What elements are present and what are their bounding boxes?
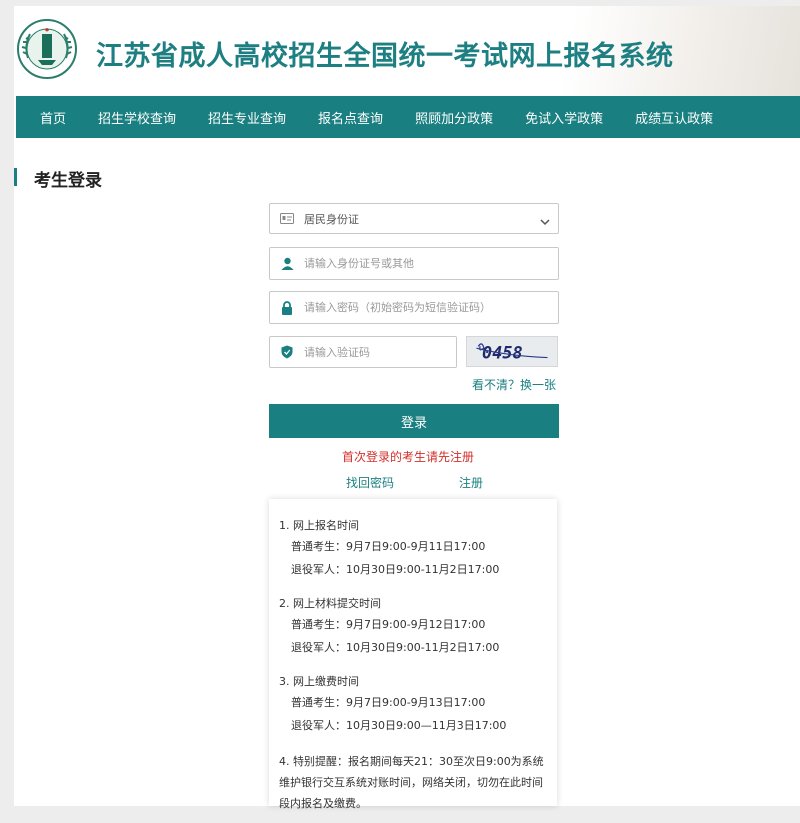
nav-home[interactable]: 首页 <box>16 108 82 127</box>
info-line: 退役军人：10月30日9:00—11月3日17:00 <box>291 719 507 732</box>
info-line: 普通考生：9月7日9:00-9月13日17:00 <box>291 696 486 709</box>
site-title: 江苏省成人高校招生全国统一考试网上报名系统 <box>96 41 674 72</box>
info-line: 退役军人：10月30日9:00-11月2日17:00 <box>291 641 500 654</box>
refresh-captcha-link[interactable]: 看不清？换一张 <box>472 376 556 393</box>
info-heading: 1. 网上报名时间 <box>279 519 359 532</box>
nav-school-query[interactable]: 招生学校查询 <box>82 108 192 127</box>
nav-major-query[interactable]: 招生专业查询 <box>192 108 302 127</box>
info-section-registration: 1. 网上报名时间 普通考生：9月7日9:00-9月11日17:00 退役军人：… <box>279 517 547 581</box>
section-title: 考生登录 <box>34 171 102 191</box>
nav-registration-point-query[interactable]: 报名点查询 <box>302 108 399 127</box>
captcha-text: 0458 <box>482 343 523 363</box>
info-card: 1. 网上报名时间 普通考生：9月7日9:00-9月11日17:00 退役军人：… <box>269 499 557 810</box>
info-line: 退役军人：10月30日9:00-11月2日17:00 <box>291 563 500 576</box>
info-section-payment: 3. 网上缴费时间 普通考生：9月7日9:00-9月13日17:00 退役军人：… <box>279 673 547 737</box>
id-number-input[interactable] <box>304 257 544 270</box>
login-button[interactable]: 登录 <box>269 404 559 438</box>
id-type-value: 居民身份证 <box>304 212 359 226</box>
lock-icon <box>270 300 304 315</box>
captcha-input[interactable] <box>304 345 444 359</box>
id-type-select[interactable]: 居民身份证 <box>269 203 559 234</box>
chevron-down-icon <box>540 212 550 231</box>
captcha-field <box>269 336 457 368</box>
info-heading: 2. 网上材料提交时间 <box>279 597 381 610</box>
info-section-materials: 2. 网上材料提交时间 普通考生：9月7日9:00-9月12日17:00 退役军… <box>279 595 547 659</box>
school-logo <box>17 19 77 79</box>
password-field <box>269 291 559 324</box>
forgot-password-link[interactable]: 找回密码 <box>346 474 394 491</box>
password-input[interactable] <box>304 301 544 314</box>
first-time-notice: 首次登录的考生请先注册 <box>342 450 475 464</box>
shield-icon <box>270 345 304 359</box>
user-icon <box>270 257 304 270</box>
page: 江苏省成人高校招生全国统一考试网上报名系统 首页 招生学校查询 招生专业查询 报… <box>14 6 800 810</box>
info-line: 普通考生：9月7日9:00-9月12日17:00 <box>291 618 486 631</box>
main-nav: 首页 招生学校查询 招生专业查询 报名点查询 照顾加分政策 免试入学政策 成绩互… <box>16 96 800 138</box>
captcha-image[interactable]: 0458 <box>466 336 558 367</box>
nav-credit-policy[interactable]: 成绩互认政策 <box>619 108 729 127</box>
special-reminder: 4. 特别提醒：报名期间每天21：30至次日9:00为系统维护银行交互系统对账时… <box>279 755 544 810</box>
nav-exempt-policy[interactable]: 免试入学政策 <box>509 108 619 127</box>
section-marker <box>14 168 17 186</box>
nav-bonus-policy[interactable]: 照顾加分政策 <box>399 108 509 127</box>
info-line: 普通考生：9月7日9:00-9月11日17:00 <box>291 540 486 553</box>
register-link[interactable]: 注册 <box>459 474 483 491</box>
id-card-icon <box>270 213 304 224</box>
id-number-field <box>269 247 559 280</box>
header: 江苏省成人高校招生全国统一考试网上报名系统 <box>14 6 800 96</box>
info-heading: 3. 网上缴费时间 <box>279 675 359 688</box>
